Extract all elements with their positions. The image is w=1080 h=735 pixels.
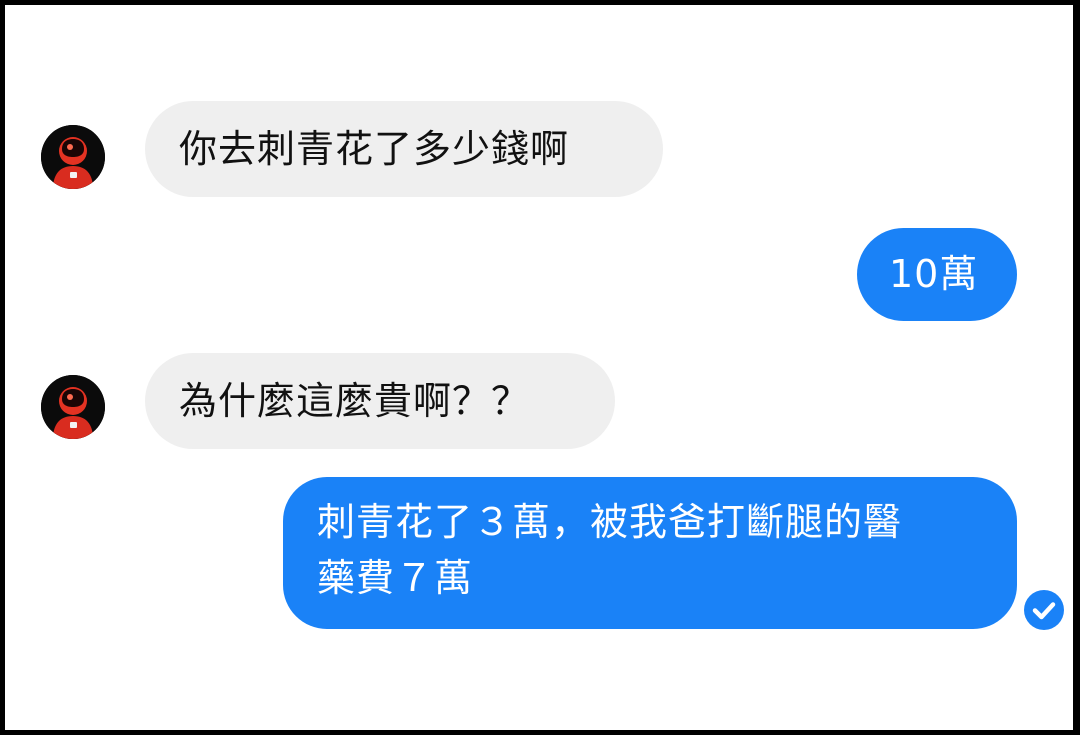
- avatar[interactable]: [41, 375, 105, 439]
- chat-thread: 你去刺青花了多少錢啊 10萬 為什麼這麼貴啊？？ 刺青花了３萬，被我爸打斷腿的醫…: [5, 5, 1073, 730]
- astronaut-avatar-icon: [41, 125, 105, 189]
- incoming-message[interactable]: 你去刺青花了多少錢啊: [145, 101, 663, 197]
- message-line: 刺青花了３萬，被我爸打斷腿的醫: [317, 500, 903, 544]
- incoming-message[interactable]: 為什麼這麼貴啊？？: [145, 353, 615, 449]
- outgoing-message[interactable]: 10萬: [857, 228, 1017, 321]
- check-circle-icon: [1023, 589, 1065, 631]
- outgoing-message[interactable]: 刺青花了３萬，被我爸打斷腿的醫 藥費７萬: [283, 477, 1017, 629]
- astronaut-avatar-icon: [41, 375, 105, 439]
- avatar[interactable]: [41, 125, 105, 189]
- message-line: 藥費７萬: [317, 556, 474, 600]
